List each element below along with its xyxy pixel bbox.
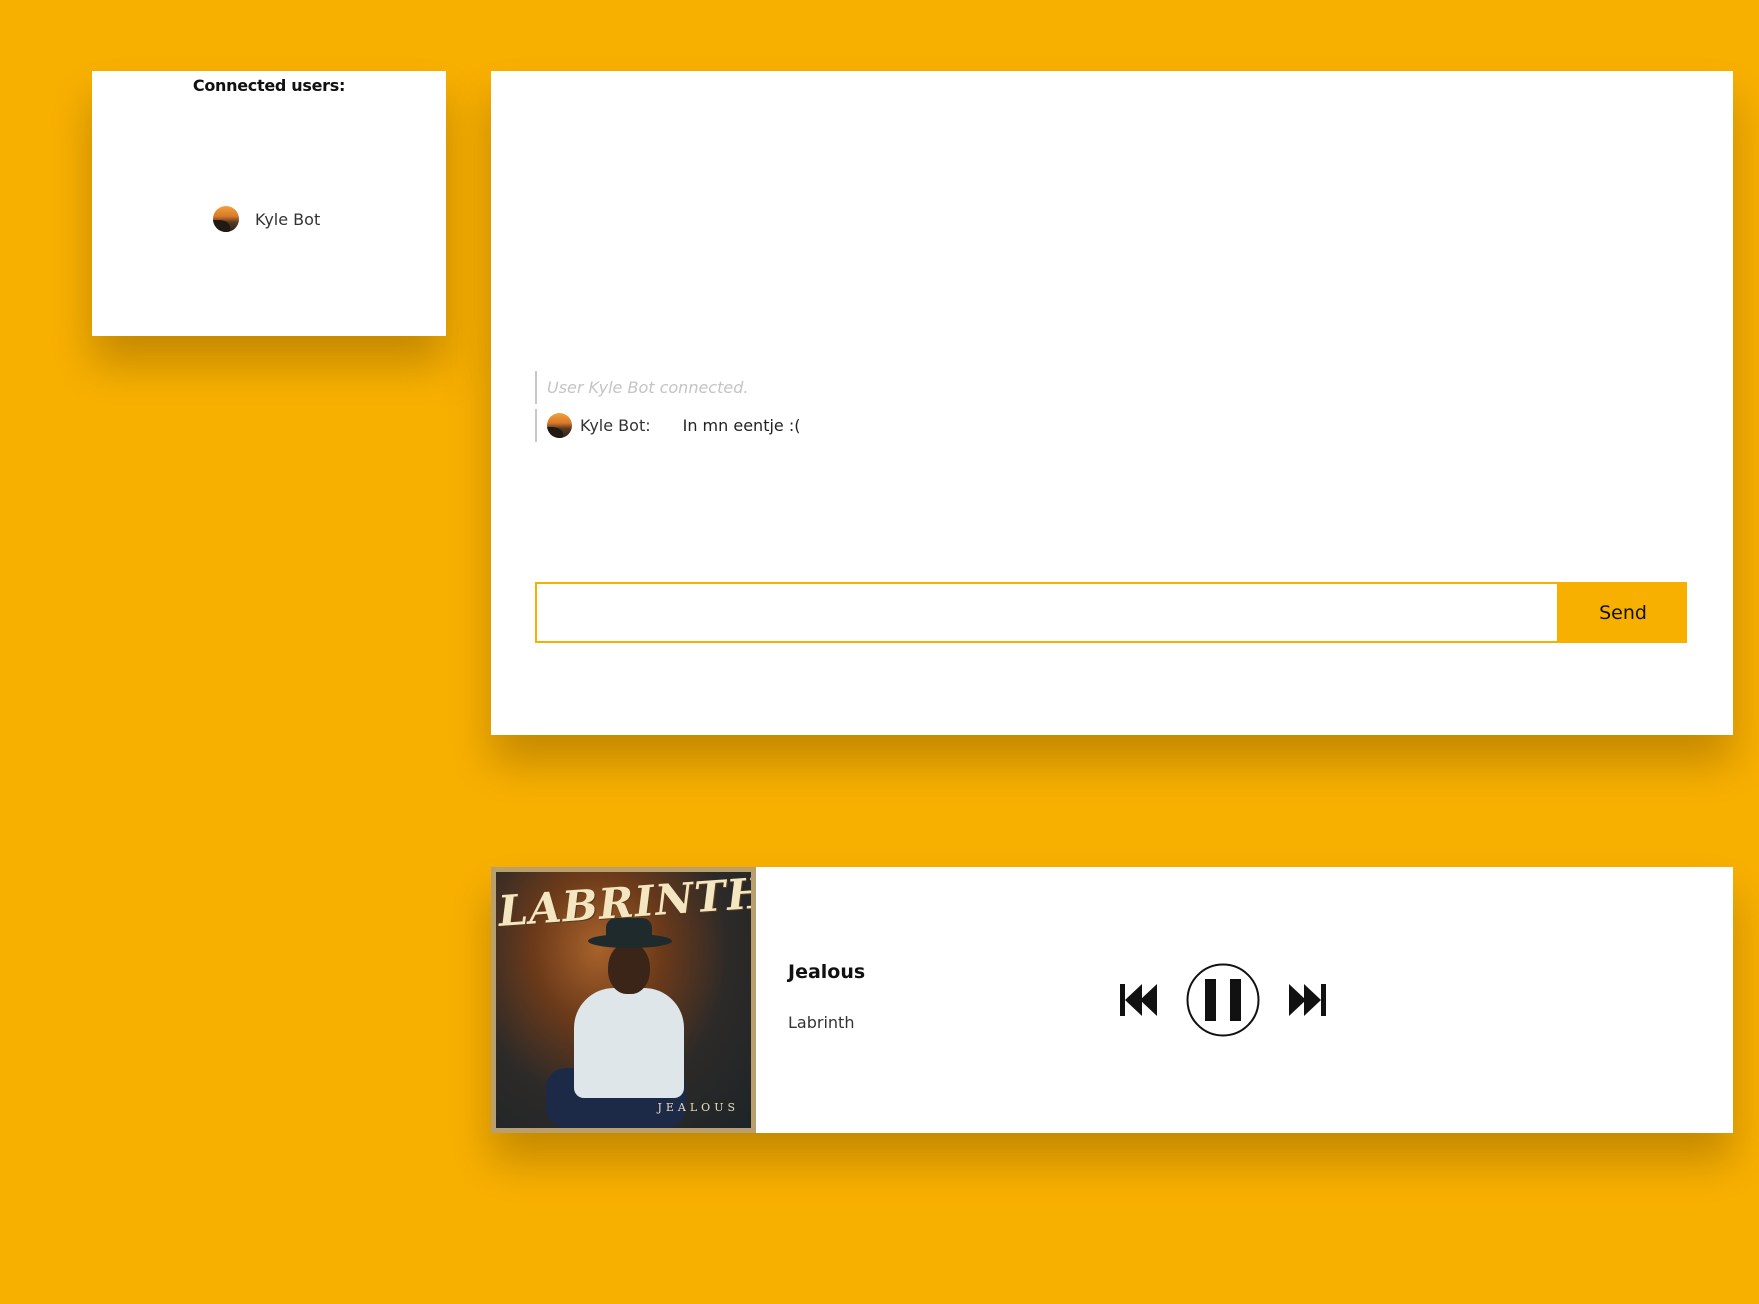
connected-users-title: Connected users: bbox=[192, 76, 346, 95]
playback-controls bbox=[1119, 963, 1329, 1037]
message-composer: Send bbox=[535, 582, 1687, 643]
music-player: LABRINTH JEALOUS Jealous Labrinth bbox=[491, 867, 1733, 1133]
chat-panel: User Kyle Bot connected. Kyle Bot: In mn… bbox=[491, 71, 1733, 735]
pause-button[interactable] bbox=[1186, 963, 1260, 1037]
send-button[interactable]: Send bbox=[1559, 582, 1687, 643]
message-author: Kyle Bot: bbox=[580, 416, 651, 435]
track-title: Jealous bbox=[788, 961, 866, 983]
album-art: LABRINTH JEALOUS bbox=[491, 867, 756, 1133]
previous-icon bbox=[1120, 984, 1157, 1016]
message-input[interactable] bbox=[535, 582, 1559, 643]
track-info: Jealous Labrinth bbox=[788, 961, 865, 1032]
user-avatar-icon bbox=[547, 413, 572, 438]
album-art-title-text: JEALOUS bbox=[657, 1101, 739, 1114]
connected-user-item[interactable]: Kyle Bot bbox=[213, 206, 320, 232]
system-message-text: User Kyle Bot connected. bbox=[547, 378, 749, 397]
next-button[interactable] bbox=[1287, 981, 1327, 1019]
connected-user-name: Kyle Bot bbox=[255, 209, 321, 229]
message-text: In mn eentje :( bbox=[682, 416, 801, 435]
connected-users-panel: Connected users: Kyle Bot bbox=[92, 71, 446, 336]
album-art-artist-text: LABRINTH bbox=[496, 868, 756, 936]
pause-icon bbox=[1186, 963, 1260, 1037]
previous-button[interactable] bbox=[1119, 981, 1159, 1019]
chat-message: Kyle Bot: In mn eentje :( bbox=[535, 409, 1693, 442]
album-art-figure-shirt bbox=[574, 988, 684, 1098]
track-artist: Labrinth bbox=[788, 1013, 855, 1032]
user-avatar-icon bbox=[213, 206, 239, 232]
next-icon bbox=[1289, 984, 1326, 1016]
album-art-figure-head bbox=[608, 942, 650, 994]
message-list: User Kyle Bot connected. Kyle Bot: In mn… bbox=[535, 371, 1693, 447]
system-message: User Kyle Bot connected. bbox=[535, 371, 1693, 404]
